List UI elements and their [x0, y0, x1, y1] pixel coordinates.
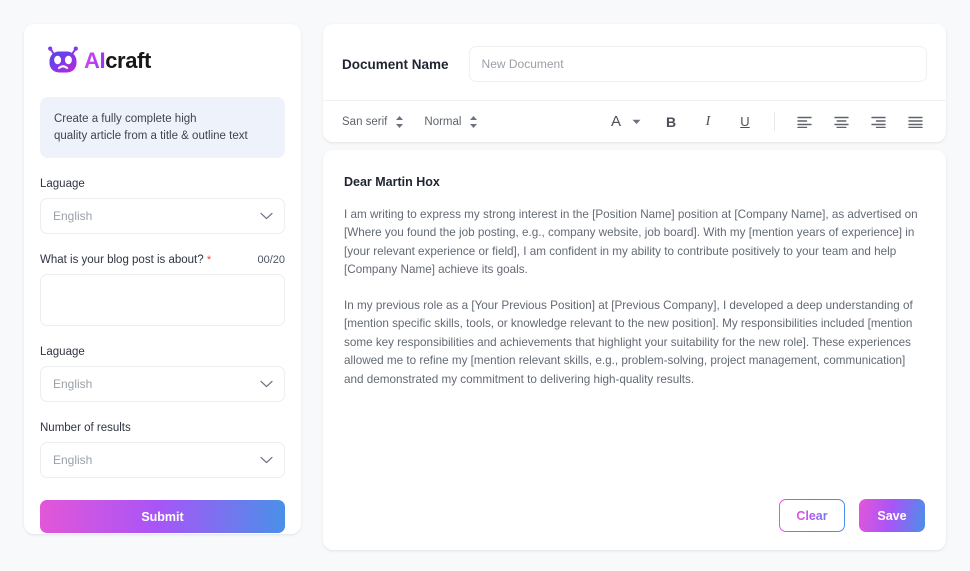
align-left-button[interactable] [792, 110, 816, 134]
document-editor-card[interactable]: Dear Martin Hox I am writing to express … [323, 150, 946, 550]
align-right-icon [871, 116, 886, 128]
language-select-2[interactable]: English [40, 366, 285, 402]
align-justify-button[interactable] [903, 110, 927, 134]
document-name-input[interactable] [469, 46, 927, 82]
app-root: AIcraft Create a fully complete high qua… [0, 0, 970, 571]
chevron-up-down-icon [395, 115, 404, 129]
document-greeting: Dear Martin Hox [344, 175, 925, 189]
chevron-down-icon [632, 119, 641, 125]
field-label-language-2: Laguage [40, 346, 85, 358]
brand-logo[interactable]: AIcraft [40, 42, 285, 75]
number-of-results-select[interactable]: English [40, 442, 285, 478]
chevron-down-icon [260, 212, 273, 220]
clear-button-label: Clear [796, 509, 827, 523]
chevron-up-down-icon [469, 115, 478, 129]
document-paragraph: In my previous role as a [Your Previous … [344, 297, 925, 389]
sidebar-panel: AIcraft Create a fully complete high qua… [24, 24, 301, 534]
bold-button[interactable]: B [659, 110, 683, 134]
brand-name-rest: craft [105, 50, 151, 72]
field-blog-topic: What is your blog post is about? * 00/20 [40, 254, 285, 326]
align-left-icon [797, 116, 812, 128]
font-family-select[interactable]: San serif [342, 115, 404, 129]
toolbar-divider [774, 112, 775, 131]
text-color-button[interactable]: A [604, 110, 641, 134]
document-name-row: Document Name [323, 24, 946, 100]
language-select-2-value: English [53, 377, 92, 391]
blog-topic-textarea[interactable] [40, 274, 285, 326]
underline-button[interactable]: U [733, 110, 757, 134]
number-of-results-value: English [53, 453, 92, 467]
field-label-number-of-results: Number of results [40, 422, 131, 434]
align-right-button[interactable] [866, 110, 890, 134]
chevron-down-icon [260, 380, 273, 388]
document-actions: Clear Save [344, 499, 925, 532]
align-justify-icon [908, 116, 923, 128]
editor-toolbar: San serif Normal [323, 100, 946, 142]
required-asterisk: * [207, 254, 211, 266]
italic-label: I [706, 114, 711, 130]
brand-name: AIcraft [84, 50, 151, 72]
field-language-1: Laguage English [40, 178, 285, 234]
description-line-1: Create a fully complete high [54, 111, 271, 128]
align-center-icon [834, 116, 849, 128]
robot-head-icon [48, 46, 78, 75]
field-label-blog-topic-text: What is your blog post is about? [40, 254, 204, 266]
chevron-down-icon [260, 456, 273, 464]
submit-button[interactable]: Submit [40, 500, 285, 533]
text-color-letter: A [604, 110, 628, 134]
document-name-label: Document Name [342, 57, 449, 72]
editor-column: Document Name San serif Normal [323, 24, 946, 550]
character-counter: 00/20 [257, 254, 285, 266]
font-size-value: Normal [424, 116, 461, 128]
italic-button[interactable]: I [696, 110, 720, 134]
language-select-1[interactable]: English [40, 198, 285, 234]
font-size-select[interactable]: Normal [424, 115, 478, 129]
font-family-value: San serif [342, 116, 387, 128]
editor-header-card: Document Name San serif Normal [323, 24, 946, 142]
clear-button[interactable]: Clear [779, 499, 845, 532]
underline-label: U [740, 114, 749, 129]
save-button[interactable]: Save [859, 499, 925, 532]
brand-name-accent: AI [84, 50, 105, 72]
field-language-2: Laguage English [40, 346, 285, 402]
description-box: Create a fully complete high quality art… [40, 97, 285, 158]
document-paragraph: I am writing to express my strong intere… [344, 206, 925, 280]
align-center-button[interactable] [829, 110, 853, 134]
field-number-of-results: Number of results English [40, 422, 285, 478]
description-line-2: quality article from a title & outline t… [54, 128, 271, 145]
field-label-blog-topic: What is your blog post is about? * [40, 254, 211, 266]
bold-label: B [666, 114, 676, 130]
field-label-language-1: Laguage [40, 178, 85, 190]
language-select-1-value: English [53, 209, 92, 223]
